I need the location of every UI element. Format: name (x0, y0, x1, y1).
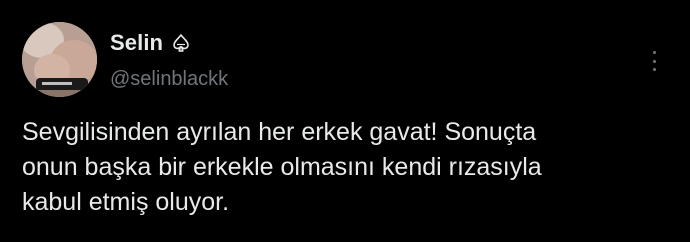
user-handle[interactable]: @selinblackk (110, 68, 228, 91)
avatar-image (22, 22, 97, 97)
name-row: Selin (110, 30, 191, 56)
tweet-card: Selin @selinblackk Sevgilisinden ayrılan… (0, 0, 690, 242)
dot (652, 68, 656, 71)
dot (652, 59, 656, 63)
more-options-icon[interactable] (646, 48, 662, 74)
tweet-text: Sevgilisinden ayrılan her erkek gavat! S… (22, 118, 542, 216)
dot (652, 51, 656, 54)
spade-icon (171, 33, 191, 53)
display-name[interactable]: Selin (110, 30, 163, 56)
avatar[interactable] (22, 22, 97, 97)
